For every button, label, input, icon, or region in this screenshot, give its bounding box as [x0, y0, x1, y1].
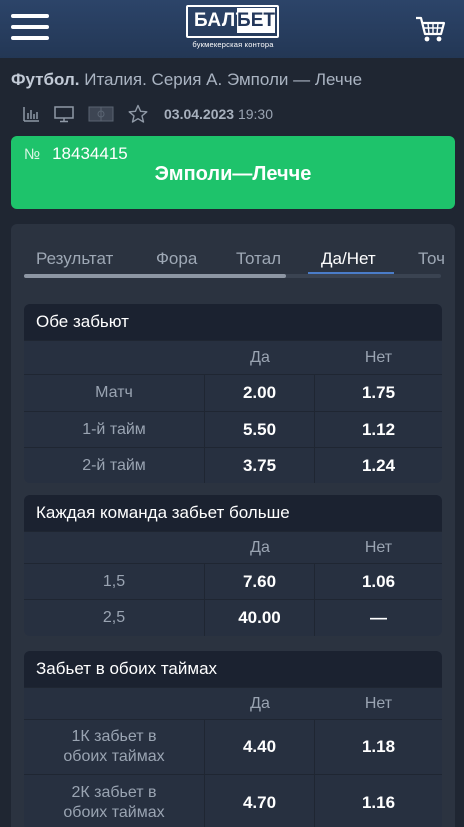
breadcrumb-sport[interactable]: Футбол. [11, 70, 79, 89]
col-no: Нет [364, 694, 393, 712]
row-label: 2-й тайм [24, 448, 205, 483]
odds-no[interactable]: 1.75 [315, 375, 442, 411]
row-label-line1: 1К забьет в [71, 728, 157, 745]
market-tabs: Результат Фора Тотал Да/Нет Точ [11, 224, 455, 280]
market-both-score: Обе забьют Да Нет Матч 2.00 1.75 1-й тай… [24, 304, 442, 483]
odds-yes[interactable]: 3.75 [205, 448, 315, 483]
event-number-value: 18434415 [52, 144, 128, 163]
event-title: Эмполи—Лечче [154, 163, 312, 185]
tab-yes-no[interactable]: Да/Нет [321, 249, 376, 269]
col-yes: Да [250, 538, 270, 556]
event-number-label: № [24, 146, 41, 163]
market-header-row: Да Нет [24, 687, 442, 719]
row-label-line2: обоих таймах [63, 748, 165, 765]
market-title: Забьет в обоих таймах [24, 651, 442, 687]
odds-yes[interactable]: 7.60 [205, 564, 315, 599]
table-row: Матч 2.00 1.75 [24, 374, 442, 411]
menu-icon[interactable] [11, 14, 49, 44]
tab-result[interactable]: Результат [36, 249, 113, 269]
logo-subtitle: букмекерская контора [192, 40, 274, 49]
tv-icon[interactable] [54, 105, 74, 123]
col-no: Нет [364, 348, 393, 366]
odds-yes[interactable]: 4.40 [205, 720, 315, 774]
breadcrumb: Футбол. Италия. Серия А. Эмполи — Лечче [11, 70, 362, 90]
market-header-row: Да Нет [24, 531, 442, 563]
row-label: 1К забьет в обоих таймах [24, 720, 205, 774]
markets-panel: Результат Фора Тотал Да/Нет Точ Обе забь… [11, 224, 455, 827]
event-meta: 03.04.2023 19:30 [22, 102, 273, 126]
market-each-team-over: Каждая команда забьет больше Да Нет 1,5 … [24, 495, 442, 636]
table-row: 2-й тайм 3.75 1.24 [24, 447, 442, 483]
row-label-line2: обоих таймах [63, 803, 165, 821]
logo-right-text: БЕТ [237, 8, 275, 33]
event-datetime: 03.04.2023 19:30 [164, 106, 273, 122]
table-row: 1К забьет в обоих таймах 4.40 1.18 [24, 719, 442, 774]
cart-icon[interactable] [414, 12, 448, 46]
star-icon[interactable] [128, 104, 148, 124]
event-time: 19:30 [237, 106, 274, 122]
row-label: 2,5 [24, 600, 205, 636]
tab-handicap[interactable]: Фора [156, 249, 197, 269]
market-title: Каждая команда забьет больше [24, 495, 442, 531]
odds-yes[interactable]: 2.00 [205, 375, 315, 411]
col-yes: Да [250, 694, 270, 712]
breadcrumb-path[interactable]: Италия. Серия А. Эмполи — Лечче [84, 70, 362, 89]
odds-yes[interactable]: 5.50 [205, 412, 315, 447]
row-label: Матч [24, 375, 205, 411]
table-row: 2,5 40.00 — [24, 599, 442, 636]
market-title: Обе забьют [24, 304, 442, 340]
odds-no[interactable]: 1.18 [315, 720, 442, 774]
field-icon[interactable] [88, 105, 114, 123]
odds-no[interactable]: 1.12 [315, 412, 442, 447]
table-row: 1,5 7.60 1.06 [24, 563, 442, 599]
col-yes: Да [250, 348, 270, 366]
event-number: № 18434415 [24, 144, 128, 164]
row-label: 2К забьет в обоих таймах [24, 775, 205, 827]
event-date: 03.04.2023 [164, 106, 235, 122]
logo[interactable]: БАЛТ БЕТ букмекерская контора [186, 5, 279, 51]
odds-no[interactable]: 1.24 [315, 448, 442, 483]
odds-yes[interactable]: 4.70 [205, 775, 315, 827]
row-label-line1: 2К забьет в [71, 783, 157, 801]
table-row: 2К забьет в обоих таймах 4.70 1.16 [24, 774, 442, 827]
stats-icon[interactable] [22, 105, 40, 123]
event-card: № 18434415 Эмполи—Лечче [11, 136, 455, 209]
row-label: 1,5 [24, 564, 205, 599]
odds-yes[interactable]: 40.00 [205, 600, 315, 636]
tab-exact[interactable]: Точ [418, 249, 445, 269]
market-score-both-halves: Забьет в обоих таймах Да Нет 1К забьет в… [24, 651, 442, 827]
odds-no[interactable]: 1.16 [315, 775, 442, 827]
market-header-row: Да Нет [24, 340, 442, 374]
tab-total[interactable]: Тотал [236, 249, 281, 269]
tabs-scrollbar-thumb[interactable] [24, 274, 286, 278]
odds-no: — [370, 608, 387, 627]
col-no: Нет [364, 538, 393, 556]
odds-no[interactable]: 1.06 [315, 564, 442, 599]
row-label: 1-й тайм [24, 412, 205, 447]
top-bar: БАЛТ БЕТ букмекерская контора [0, 0, 464, 58]
table-row: 1-й тайм 5.50 1.12 [24, 411, 442, 447]
